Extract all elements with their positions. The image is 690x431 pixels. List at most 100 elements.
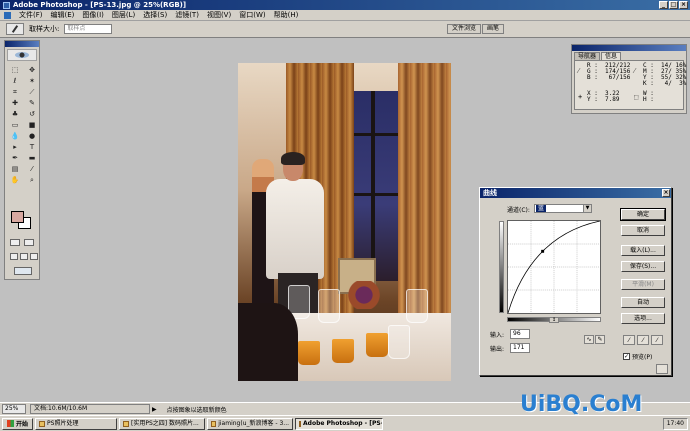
photo-window-frame <box>346 193 406 196</box>
shape-tool-icon[interactable]: ▬ <box>25 153 39 163</box>
white-eyedropper-icon[interactable]: ⁄ <box>651 335 663 345</box>
lasso-tool-icon[interactable]: ℓ <box>8 76 22 86</box>
full-screen-icon[interactable] <box>30 253 38 260</box>
brush-tool-icon[interactable]: ✎ <box>25 98 39 108</box>
pencil-tool-icon[interactable]: ✎ <box>595 335 605 344</box>
gray-eyedropper-icon[interactable]: ⁄ <box>637 335 649 345</box>
standard-screen-icon[interactable] <box>10 253 18 260</box>
curve-point-tool-icon[interactable]: ∿ <box>584 335 594 344</box>
save-button[interactable]: 保存(S)... <box>621 261 665 272</box>
tool-preset-picker[interactable] <box>6 23 24 35</box>
taskbar-item[interactable]: PS照片处理 <box>35 417 118 430</box>
notes-tool-icon[interactable]: ▤ <box>8 164 22 174</box>
taskbar: 开始 PS照片处理 [实用PS之四] 数码照片... jiaming(u_新浪博… <box>0 415 690 431</box>
document-canvas[interactable] <box>238 63 451 381</box>
folder-icon <box>39 420 46 427</box>
black-eyedropper-icon[interactable]: ⁄ <box>623 335 635 345</box>
menu-edit[interactable]: 编辑(E) <box>51 10 75 20</box>
eyedropper-icon <box>11 25 19 33</box>
watermark: UiBQ.CoM <box>520 392 643 417</box>
ok-button[interactable]: 确定 <box>620 208 666 221</box>
move-tool-icon[interactable]: ✥ <box>25 65 39 75</box>
close-icon[interactable]: × <box>662 189 670 197</box>
file-browser-tab[interactable]: 文件浏览 <box>446 24 481 34</box>
cancel-button[interactable]: 取消 <box>621 225 665 236</box>
menu-layer[interactable]: 图层(L) <box>112 10 135 20</box>
menu-file[interactable]: 文件(F) <box>19 10 43 20</box>
browser-icon <box>123 420 130 427</box>
eyedropper-tool-icon[interactable]: ⁄ <box>25 164 39 174</box>
menu-view[interactable]: 视图(V) <box>207 10 231 20</box>
expand-view-icon[interactable] <box>656 364 668 374</box>
info-panel-tabs: 导航器 信息 <box>572 51 686 60</box>
photo-foreground-shadow <box>238 303 298 381</box>
info-h: H : <box>643 96 654 103</box>
curves-title-bar[interactable]: 曲线 × <box>480 188 671 198</box>
taskbar-item-label: [实用PS之四] 数码照片... <box>131 419 199 427</box>
minimize-icon[interactable]: _ <box>659 1 668 9</box>
foreground-color-swatch[interactable] <box>11 211 24 223</box>
blur-tool-icon[interactable]: 💧 <box>8 131 22 141</box>
menu-help[interactable]: 帮助(H) <box>274 10 299 20</box>
sample-size-select[interactable]: 取样点 <box>64 24 113 34</box>
path-selection-tool-icon[interactable]: ▸ <box>8 142 22 152</box>
taskbar-item[interactable]: [实用PS之四] 数码照片... <box>119 417 206 430</box>
channel-select[interactable]: 蓝 ▼ <box>534 204 592 213</box>
curve-graph[interactable] <box>507 220 601 314</box>
menu-filter[interactable]: 滤镜(T) <box>175 10 199 20</box>
zoom-tool-icon[interactable]: ⌕ <box>25 175 39 185</box>
taskbar-item-photoshop[interactable]: Adobe Photoshop - [PS-... <box>295 417 384 430</box>
menu-select[interactable]: 选择(S) <box>143 10 167 20</box>
jump-to-imageready-icon[interactable] <box>14 267 32 275</box>
close-icon[interactable]: × <box>679 1 688 9</box>
toolbox-title-bar[interactable] <box>5 41 39 47</box>
gradient-toggle-icon[interactable]: ↕ <box>549 317 559 323</box>
magic-wand-tool-icon[interactable]: ✶ <box>25 76 39 86</box>
slice-tool-icon[interactable]: ⟋ <box>25 87 39 97</box>
history-brush-tool-icon[interactable]: ↺ <box>25 109 39 119</box>
window-controls: _ □ × <box>659 1 688 9</box>
marquee-tool-icon[interactable]: ⬚ <box>8 65 22 75</box>
crosshair-icon: + <box>578 93 583 101</box>
photo-window-frame <box>371 91 375 281</box>
options-button[interactable]: 选项... <box>621 313 665 324</box>
brushes-tab[interactable]: 画笔 <box>481 24 504 34</box>
full-screen-menu-icon[interactable] <box>20 253 28 260</box>
tab-info[interactable]: 信息 <box>601 52 622 60</box>
hand-tool-icon[interactable]: ✋ <box>8 175 22 185</box>
output-field[interactable]: 171 <box>510 343 530 353</box>
channel-label: 通道(C): <box>507 207 530 214</box>
maximize-icon[interactable]: □ <box>669 1 678 9</box>
eye-logo-icon <box>15 52 29 58</box>
zoom-level[interactable]: 25% <box>2 404 26 414</box>
info-k: K : 4/ 3% <box>643 80 687 87</box>
status-menu-icon[interactable]: ▶ <box>152 406 157 413</box>
curve-control-point[interactable] <box>541 249 545 253</box>
gradient-tool-icon[interactable]: ■ <box>25 120 39 130</box>
taskbar-item-label: PS照片处理 <box>47 419 79 427</box>
tab-navigator[interactable]: 导航器 <box>574 52 601 60</box>
input-field[interactable]: 96 <box>510 329 530 339</box>
menu-image[interactable]: 图像(I) <box>82 10 104 20</box>
standard-mode-icon[interactable] <box>10 239 20 246</box>
auto-button[interactable]: 自动 <box>621 297 665 308</box>
start-button[interactable]: 开始 <box>2 417 34 430</box>
preview-checkbox[interactable]: ✓ <box>623 353 630 360</box>
taskbar-item[interactable]: jiaming(u_新浪博客 - 3... <box>207 417 294 430</box>
photoshop-icon <box>299 420 302 427</box>
eraser-tool-icon[interactable]: ▭ <box>8 120 22 130</box>
photoshop-logo[interactable] <box>7 49 37 61</box>
quick-mask-mode-icon[interactable] <box>24 239 34 246</box>
dodge-tool-icon[interactable]: ● <box>25 131 39 141</box>
pen-tool-icon[interactable]: ✒ <box>8 153 22 163</box>
healing-brush-tool-icon[interactable]: ✚ <box>8 98 22 108</box>
crop-tool-icon[interactable]: ⌗ <box>8 87 22 97</box>
menu-window[interactable]: 窗口(W) <box>239 10 265 20</box>
photo-curtain-right <box>398 63 451 313</box>
photo-glass <box>406 289 428 323</box>
preview-option[interactable]: ✓ 预览(P) <box>623 352 652 361</box>
type-tool-icon[interactable]: T <box>25 142 39 152</box>
clone-stamp-tool-icon[interactable]: ♣ <box>8 109 22 119</box>
smooth-button[interactable]: 平滑(M) <box>621 279 665 290</box>
load-button[interactable]: 载入(L)... <box>621 245 665 256</box>
